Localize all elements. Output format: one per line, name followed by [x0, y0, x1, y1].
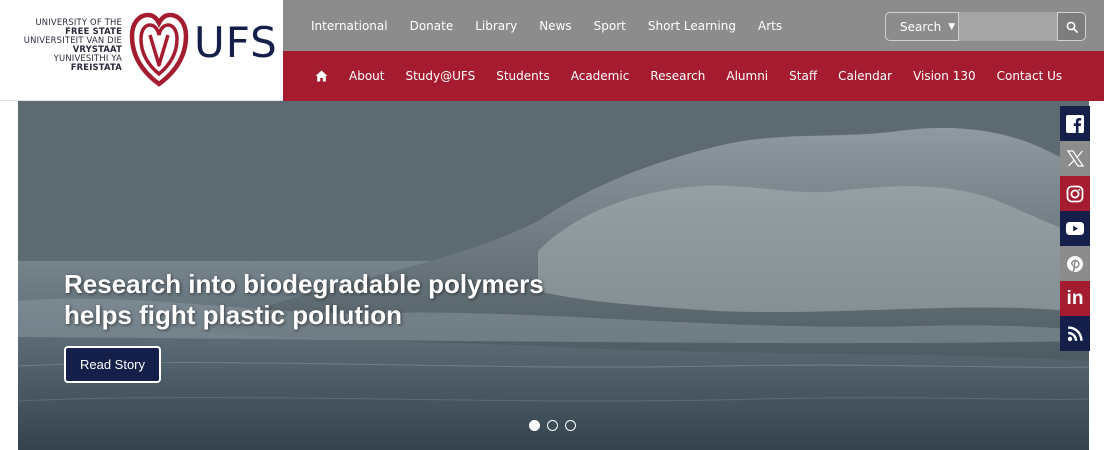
- social-sidebar: in: [1060, 106, 1090, 351]
- hero-headline-line1: Research into biodegradable polymers: [64, 269, 544, 299]
- youtube-icon: [1066, 222, 1084, 235]
- utility-nav: International Donate Library News Sport …: [283, 0, 804, 51]
- nav-contact-us[interactable]: Contact Us: [997, 69, 1063, 83]
- search-button[interactable]: [1057, 12, 1086, 41]
- search-scope-label: Search: [900, 19, 942, 34]
- linkedin-icon: in: [1066, 287, 1084, 309]
- home-icon: [315, 70, 328, 82]
- topnav-donate[interactable]: Donate: [410, 19, 454, 33]
- hero-headline-line2: helps fight plastic pollution: [64, 300, 402, 330]
- topnav-library[interactable]: Library: [475, 19, 517, 33]
- instagram-link[interactable]: [1060, 176, 1090, 211]
- main-nav-bar: About Study@UFS Students Academic Resear…: [283, 51, 1104, 101]
- logo-wordmark: UFS: [194, 18, 278, 67]
- search-bar: Search ▼: [885, 12, 1086, 41]
- nav-students[interactable]: Students: [496, 69, 550, 83]
- search-icon: [1066, 21, 1078, 33]
- rss-link[interactable]: [1060, 316, 1090, 351]
- utility-bar: International Donate Library News Sport …: [283, 0, 1104, 51]
- carousel-pagination: [529, 420, 583, 431]
- pinterest-icon: [1067, 255, 1083, 272]
- topnav-international[interactable]: International: [311, 19, 388, 33]
- nav-vision-130[interactable]: Vision 130: [913, 69, 976, 83]
- hero-headline: Research into biodegradable polymers hel…: [64, 269, 624, 331]
- read-story-button[interactable]: Read Story: [64, 346, 161, 383]
- carousel-dot[interactable]: [529, 420, 540, 431]
- crest-icon: [129, 12, 189, 87]
- linkedin-link[interactable]: in: [1060, 281, 1090, 316]
- nav-research[interactable]: Research: [650, 69, 705, 83]
- nav-staff[interactable]: Staff: [789, 69, 817, 83]
- caret-down-icon: ▼: [948, 21, 956, 32]
- facebook-link[interactable]: [1060, 106, 1090, 141]
- youtube-link[interactable]: [1060, 211, 1090, 246]
- instagram-icon: [1066, 185, 1084, 202]
- nav-about[interactable]: About: [349, 69, 384, 83]
- home-link[interactable]: [315, 70, 328, 82]
- rss-icon: [1067, 326, 1083, 342]
- x-link[interactable]: [1060, 141, 1090, 176]
- logo-line: FREISTATA: [70, 62, 122, 72]
- page: UNIVERSITY OF THE FREE STATE UNIVERSITEI…: [0, 0, 1104, 450]
- topnav-news[interactable]: News: [539, 19, 571, 33]
- logo-text: UNIVERSITY OF THE FREE STATE UNIVERSITEI…: [6, 18, 122, 72]
- nav-alumni[interactable]: Alumni: [726, 69, 768, 83]
- topnav-arts[interactable]: Arts: [758, 19, 782, 33]
- site-logo[interactable]: UNIVERSITY OF THE FREE STATE UNIVERSITEI…: [0, 0, 283, 101]
- carousel-dot[interactable]: [547, 420, 558, 431]
- pinterest-link[interactable]: [1060, 246, 1090, 281]
- search-input[interactable]: [959, 12, 1057, 41]
- topnav-sport[interactable]: Sport: [594, 19, 626, 33]
- nav-calendar[interactable]: Calendar: [838, 69, 892, 83]
- x-icon: [1066, 150, 1084, 167]
- nav-study[interactable]: Study@UFS: [405, 69, 475, 83]
- nav-academic[interactable]: Academic: [571, 69, 630, 83]
- main-nav: About Study@UFS Students Academic Resear…: [283, 51, 1083, 101]
- topnav-short-learning[interactable]: Short Learning: [648, 19, 736, 33]
- facebook-icon: [1066, 114, 1084, 133]
- search-scope-dropdown[interactable]: Search ▼: [885, 12, 959, 41]
- hero-carousel: Research into biodegradable polymers hel…: [18, 101, 1089, 450]
- carousel-dot[interactable]: [565, 420, 576, 431]
